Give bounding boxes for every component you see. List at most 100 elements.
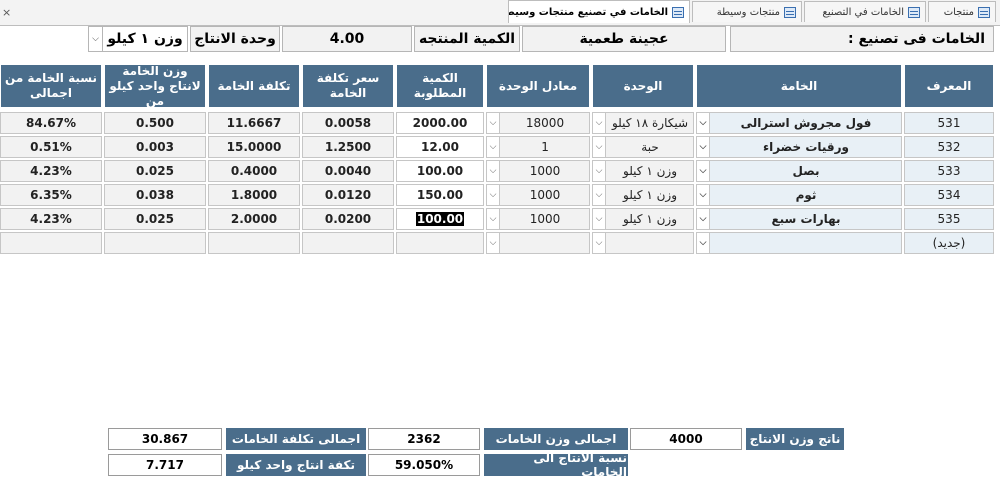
chevron-down-icon[interactable]: ⌵ — [593, 113, 606, 133]
chevron-down-icon[interactable]: ⌵ — [487, 209, 500, 229]
production-unit-value: وزن ١ كيلو — [107, 31, 183, 47]
output-weight-label: ناتج وزن الانتاج — [746, 428, 844, 450]
unit-select[interactable]: وزن ١ كيلو ⌵ — [592, 208, 694, 230]
product-name-value: عجينة طعمية — [579, 31, 669, 47]
unit-equiv-select[interactable]: 18000 ⌵ — [486, 112, 590, 134]
unit-select[interactable]: وزن ١ كيلو ⌵ — [592, 160, 694, 182]
unit-equiv-select[interactable]: 1000 ⌵ — [486, 184, 590, 206]
chevron-down-icon[interactable]: ⌵ — [593, 137, 606, 157]
chevron-down-icon[interactable]: ⌵ — [487, 233, 500, 253]
percentage-cell: 84.67% — [0, 112, 102, 134]
cost-per-kg-field[interactable]: 7.717 — [108, 454, 222, 476]
percentage-cell: 0.51% — [0, 136, 102, 158]
material-select[interactable]: ⌵ — [696, 232, 902, 254]
material-select[interactable]: بصل ⌵ — [696, 160, 902, 182]
output-weight-field[interactable]: 4000 — [630, 428, 742, 450]
tab-intermediate-products[interactable]: منتجات وسيطة — [692, 1, 802, 22]
form-icon — [672, 6, 684, 18]
unit-equiv-select[interactable]: 1000 ⌵ — [486, 160, 590, 182]
unit-cost-cell — [302, 232, 394, 254]
percentage-cell: 6.35% — [0, 184, 102, 206]
chevron-down-icon[interactable]: ⌵ — [593, 233, 606, 253]
material-select[interactable]: فول مجروش استرالى ⌵ — [696, 112, 902, 134]
unit-select[interactable]: شيكارة ١٨ كيلو ⌵ — [592, 112, 694, 134]
material-cost-value: 15.0000 — [226, 140, 282, 154]
chevron-down-icon[interactable]: ⌵ — [697, 185, 710, 205]
chevron-down-icon[interactable]: ⌵ — [487, 185, 500, 205]
chevron-down-icon[interactable]: ⌵ — [697, 209, 710, 229]
chevron-down-icon[interactable]: ⌵ — [697, 113, 710, 133]
yield-ratio-field[interactable]: 59.050% — [368, 454, 480, 476]
total-cost-field[interactable]: 30.867 — [108, 428, 222, 450]
unit-value: وزن ١ كيلو — [623, 212, 677, 226]
unit-cost-cell: 0.0040 — [302, 160, 394, 182]
unit-equiv-select[interactable]: 1000 ⌵ — [486, 208, 590, 230]
required-qty-input[interactable]: 100.00 — [396, 208, 484, 230]
produced-qty-field[interactable]: 4.00 — [282, 26, 412, 52]
product-name-field[interactable]: عجينة طعمية — [522, 26, 726, 52]
chevron-down-icon[interactable]: ⌵ — [487, 113, 500, 133]
id-cell: 534 — [904, 184, 994, 206]
unit-equiv-value: 1000 — [529, 164, 561, 178]
unit-equiv-value: 1000 — [529, 188, 561, 202]
new-record-label: (جديد) — [932, 236, 966, 250]
unit-cost-value: 1.2500 — [324, 140, 372, 154]
chevron-down-icon[interactable]: ⌵ — [593, 161, 606, 181]
required-qty-input[interactable]: 2000.00 — [396, 112, 484, 134]
material-select[interactable]: ورقيات خضراء ⌵ — [696, 136, 902, 158]
production-unit-select[interactable]: وزن ١ كيلو ⌵ — [88, 26, 188, 52]
document-tab-strip: × الخامات في تصنيع منتجات وسيطة منتجات و… — [0, 0, 1000, 26]
chevron-down-icon[interactable]: ⌵ — [89, 27, 103, 51]
tab-intermediate-materials[interactable]: الخامات في تصنيع منتجات وسيطة — [508, 0, 690, 23]
form-icon — [908, 6, 920, 18]
unit-equiv-select[interactable]: ⌵ — [486, 232, 590, 254]
weight-per-kg-cell: 0.500 — [104, 112, 206, 134]
col-header-unit-equiv: معادل الوحدة — [486, 64, 590, 108]
unit-equiv-value: 1 — [541, 140, 549, 154]
chevron-down-icon[interactable]: ⌵ — [697, 233, 710, 253]
unit-equiv-select[interactable]: 1 ⌵ — [486, 136, 590, 158]
col-header-material-cost: تكلفة الخامة — [208, 64, 300, 108]
chevron-down-icon[interactable]: ⌵ — [593, 209, 606, 229]
material-cost-cell: 15.0000 — [208, 136, 300, 158]
produced-qty-label: الكمية المنتجه — [414, 26, 520, 52]
chevron-down-icon[interactable]: ⌵ — [697, 161, 710, 181]
id-cell[interactable]: (جديد) — [904, 232, 994, 254]
unit-select[interactable]: حبة ⌵ — [592, 136, 694, 158]
required-qty-input[interactable]: 150.00 — [396, 184, 484, 206]
chevron-down-icon[interactable]: ⌵ — [487, 161, 500, 181]
material-cost-cell: 2.0000 — [208, 208, 300, 230]
close-icon[interactable]: × — [2, 6, 11, 19]
tab-products[interactable]: منتجات — [928, 1, 996, 22]
tab-label: منتجات — [943, 6, 974, 18]
unit-select[interactable]: ⌵ — [592, 232, 694, 254]
production-unit-label: وحدة الانتاج — [190, 26, 280, 52]
percentage-value: 4.23% — [30, 212, 72, 226]
material-select[interactable]: بهارات سبع ⌵ — [696, 208, 902, 230]
id-value: 535 — [937, 212, 961, 226]
form-icon — [978, 6, 990, 18]
percentage-value: 6.35% — [30, 188, 72, 202]
tab-label: منتجات وسيطة — [716, 6, 780, 18]
id-value: 532 — [937, 140, 961, 154]
unit-select[interactable]: وزن ١ كيلو ⌵ — [592, 184, 694, 206]
required-qty-value: 12.00 — [421, 140, 459, 154]
percentage-value: 84.67% — [26, 116, 76, 130]
unit-cost-value: 0.0120 — [324, 188, 372, 202]
chevron-down-icon[interactable]: ⌵ — [593, 185, 606, 205]
total-weight-field[interactable]: 2362 — [368, 428, 480, 450]
col-header-weight-per-kg: وزن الخامة لانتاج واحد كيلو من — [104, 64, 206, 108]
material-cost-cell: 11.6667 — [208, 112, 300, 134]
weight-per-kg-value: 0.025 — [136, 212, 174, 226]
id-cell: 533 — [904, 160, 994, 182]
weight-per-kg-cell — [104, 232, 206, 254]
tab-manufacturing-materials[interactable]: الخامات في التصنيع — [804, 1, 926, 22]
material-value: بهارات سبع — [771, 212, 841, 226]
required-qty-input[interactable]: 100.00 — [396, 160, 484, 182]
required-qty-input[interactable] — [396, 232, 484, 254]
total-cost-label: اجمالى تكلفة الخامات — [226, 428, 366, 450]
chevron-down-icon[interactable]: ⌵ — [697, 137, 710, 157]
required-qty-input[interactable]: 12.00 — [396, 136, 484, 158]
chevron-down-icon[interactable]: ⌵ — [487, 137, 500, 157]
material-select[interactable]: ثوم ⌵ — [696, 184, 902, 206]
